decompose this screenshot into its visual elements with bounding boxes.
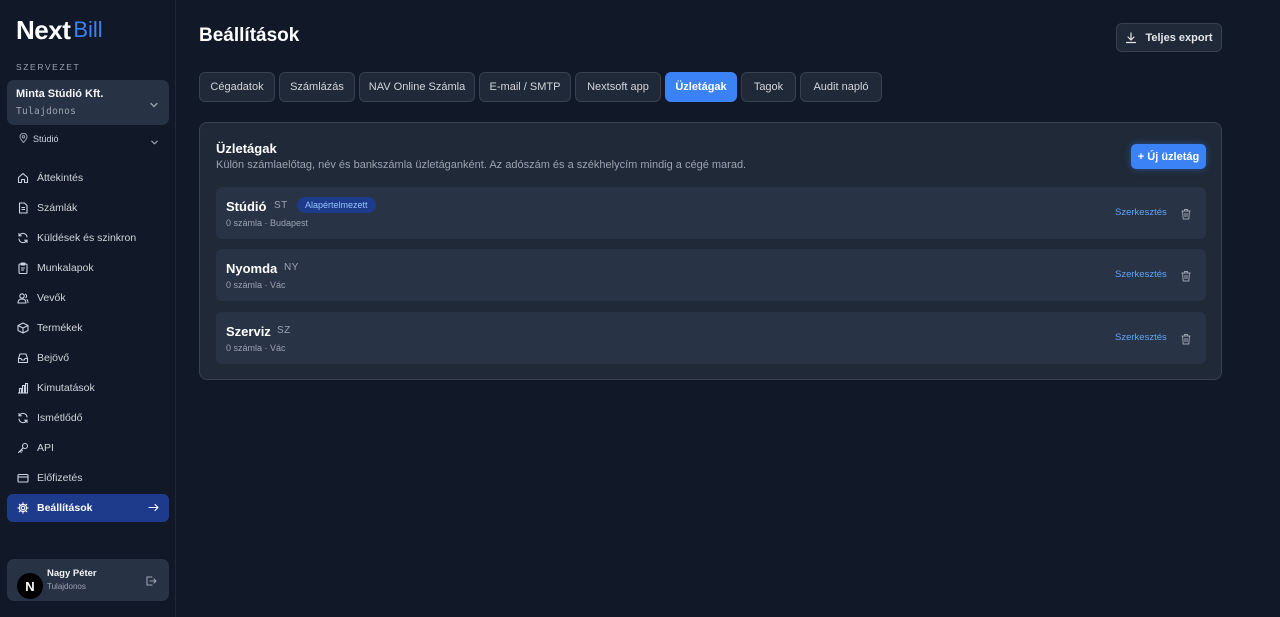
sidebar-item-szamlak[interactable]: Számlák: [7, 194, 169, 222]
sidebar-item-attekintes[interactable]: Áttekintés: [7, 164, 169, 192]
business-unit-meta: 0 számla · Vác: [226, 343, 286, 353]
trash-icon[interactable]: [1180, 207, 1192, 225]
users-icon: [16, 292, 29, 305]
sidebar-item-elofizetes[interactable]: Előfizetés: [7, 464, 169, 492]
chevron-down-icon: [150, 134, 159, 152]
business-selector-label: Stúdió: [33, 134, 59, 144]
box-icon: [16, 322, 29, 335]
tab-audit-naplo[interactable]: Audit napló: [800, 72, 882, 102]
trash-icon[interactable]: [1180, 269, 1192, 287]
new-business-unit-button[interactable]: + Új üzletág: [1131, 144, 1206, 169]
sidebar-item-vevok[interactable]: Vevők: [7, 284, 169, 312]
org-name: Minta Stúdió Kft.: [16, 88, 104, 100]
avatar[interactable]: N: [17, 573, 43, 599]
tab-tagok[interactable]: Tagok: [741, 72, 796, 102]
sidebar-item-ismetlodo[interactable]: Ismétlődő: [7, 404, 169, 432]
gear-icon: [16, 502, 29, 515]
sidebar-item-label: Termékek: [37, 322, 83, 334]
app-logo[interactable]: Next Bill: [16, 16, 103, 44]
sidebar-item-label: Áttekintés: [37, 172, 84, 184]
logo-text-accent: Bill: [73, 17, 103, 42]
trash-icon[interactable]: [1180, 332, 1192, 350]
sidebar-item-munkalapok[interactable]: Munkalapok: [7, 254, 169, 282]
sidebar: Next Bill SZERVEZET Minta Stúdió Kft. Tu…: [0, 0, 176, 617]
sidebar-item-label: Kimutatások: [37, 382, 95, 394]
full-export-button[interactable]: Teljes export: [1116, 23, 1222, 52]
sidebar-item-beallitasok[interactable]: Beállítások: [7, 494, 169, 522]
tab-uzletagak[interactable]: Üzletágak: [665, 72, 737, 102]
inbox-icon: [16, 352, 29, 365]
list-item: Szerviz SZ 0 számla · Vác Szerkesztés: [216, 312, 1206, 364]
sidebar-item-label: Munkalapok: [37, 262, 94, 274]
key-icon: [16, 442, 29, 455]
sidebar-item-kuldesek[interactable]: Küldések és szinkron: [7, 224, 169, 252]
user-name: Nagy Péter: [47, 568, 97, 579]
sidebar-item-label: API: [37, 442, 54, 454]
business-selector[interactable]: Stúdió: [19, 132, 159, 146]
sidebar-item-label: Bejövő: [37, 352, 70, 364]
full-export-label: Teljes export: [1145, 31, 1213, 44]
org-role: Tulajdonos: [16, 106, 77, 117]
panel-subtitle: Külön számlaelőtag, név és bankszámla üz…: [216, 159, 747, 171]
business-unit-meta: 0 számla · Budapest: [226, 218, 309, 228]
logo-text-main: Next: [16, 15, 71, 45]
repeat-icon: [16, 412, 29, 425]
business-units-panel: Üzletágak Külön számlaelőtag, név és ban…: [199, 122, 1222, 380]
org-switcher[interactable]: Minta Stúdió Kft. Tulajdonos: [7, 80, 169, 125]
business-unit-code: SZ: [277, 325, 291, 336]
business-unit-code: ST: [274, 200, 288, 211]
sidebar-item-bejovo[interactable]: Bejövő: [7, 344, 169, 372]
business-unit-code: NY: [284, 262, 299, 273]
edit-link[interactable]: Szerkesztés: [1115, 207, 1167, 218]
user-role: Tulajdonos: [47, 582, 86, 591]
business-unit-meta: 0 számla · Vác: [226, 280, 286, 290]
home-icon: [16, 172, 29, 185]
panel-title: Üzletágak: [216, 141, 277, 156]
edit-link[interactable]: Szerkesztés: [1115, 269, 1167, 280]
list-item: Stúdió ST Alapértelmezett 0 számla · Bud…: [216, 187, 1206, 239]
business-unit-name: Szerviz: [226, 324, 271, 339]
business-unit-name: Stúdió: [226, 199, 267, 214]
arrow-right-icon: [148, 502, 159, 516]
sidebar-item-label: Előfizetés: [37, 472, 83, 484]
edit-link[interactable]: Szerkesztés: [1115, 332, 1167, 343]
business-unit-name: Nyomda: [226, 261, 278, 276]
sidebar-item-api[interactable]: API: [7, 434, 169, 462]
document-icon: [16, 202, 29, 215]
logout-icon[interactable]: [145, 574, 157, 592]
sidebar-item-label: Ismétlődő: [37, 412, 83, 424]
download-icon: [1125, 31, 1137, 44]
tab-szamlazas[interactable]: Számlázás: [279, 72, 355, 102]
org-section-label: SZERVEZET: [16, 62, 81, 72]
sidebar-item-label: Számlák: [37, 202, 78, 214]
bar-chart-icon: [16, 382, 29, 395]
clipboard-icon: [16, 262, 29, 275]
page-title: Beállítások: [199, 25, 300, 46]
sidebar-item-label: Vevők: [37, 292, 66, 304]
credit-card-icon: [16, 472, 29, 485]
default-badge: Alapértelmezett: [297, 197, 376, 213]
tab-cegadatok[interactable]: Cégadatok: [199, 72, 275, 102]
chevron-down-icon: [149, 97, 159, 115]
list-item: Nyomda NY 0 számla · Vác Szerkesztés: [216, 249, 1206, 301]
tab-nextsoft-app[interactable]: Nextsoft app: [575, 72, 661, 102]
sidebar-item-label: Beállítások: [37, 502, 93, 514]
sidebar-nav: Áttekintés Számlák Küldések és szinkron …: [7, 164, 169, 524]
tab-email-smtp[interactable]: E-mail / SMTP: [479, 72, 571, 102]
user-card: N Nagy Péter Tulajdonos: [7, 559, 169, 601]
sidebar-item-termekek[interactable]: Termékek: [7, 314, 169, 342]
sidebar-item-kimutatasok[interactable]: Kimutatások: [7, 374, 169, 402]
tab-nav-online-szamla[interactable]: NAV Online Számla: [359, 72, 475, 102]
location-pin-icon: [19, 130, 28, 148]
sidebar-item-label: Küldések és szinkron: [37, 232, 137, 244]
sync-icon: [16, 232, 29, 245]
